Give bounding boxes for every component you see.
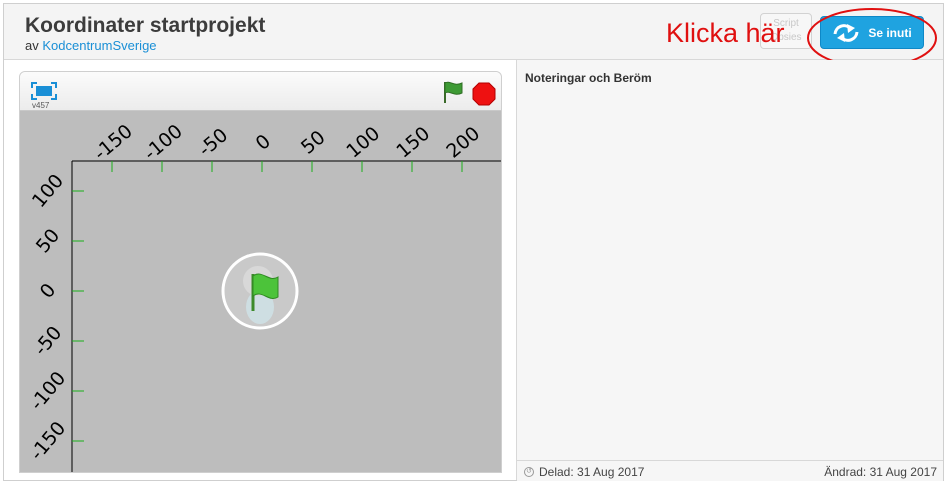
modified-date: Ändrad: 31 Aug 2017 xyxy=(824,465,937,479)
play-overlay[interactable] xyxy=(221,252,299,330)
y-tick-label: 50 xyxy=(32,225,64,258)
x-tick-label: -50 xyxy=(194,124,232,161)
y-tick-label: 0 xyxy=(36,279,61,302)
shared-date: ↺ Delad: 31 Aug 2017 xyxy=(524,465,644,479)
y-tick-label: -50 xyxy=(30,322,67,360)
player-controls: v457 xyxy=(20,72,501,111)
y-tick-label: -150 xyxy=(26,417,71,464)
fullscreen-icon[interactable] xyxy=(31,82,57,100)
project-page: Koordinater startprojekt av KodcentrumSv… xyxy=(3,3,944,481)
share-icon: ↺ xyxy=(524,467,534,477)
stop-icon[interactable] xyxy=(472,82,496,106)
y-axis-ticks: 100 50 0 -50 -100-150 xyxy=(26,170,84,465)
version-label: v457 xyxy=(32,101,50,110)
byline: av KodcentrumSverige xyxy=(25,38,157,53)
x-tick-label: 50 xyxy=(297,126,330,158)
shared-date-text: Delad: 31 Aug 2017 xyxy=(539,465,645,479)
stage-canvas: -150 -100 -50 0 50 100 150 200 100500-50-100-15… xyxy=(26,120,501,472)
author-link[interactable]: KodcentrumSverige xyxy=(42,38,156,53)
notes-title: Noteringar och Beröm xyxy=(525,71,652,85)
y-tick-label: 100 xyxy=(28,170,68,212)
x-tick-label: -150 xyxy=(90,120,137,165)
y-tick-label: -100 xyxy=(26,367,71,414)
project-header: Koordinater startprojekt av KodcentrumSv… xyxy=(4,4,943,68)
by-prefix: av xyxy=(25,38,39,53)
project-player: v457 -150 -100 -50 0 50 100 150 200 100 50 0 -50 -1… xyxy=(19,71,502,473)
x-tick-label: 100 xyxy=(342,122,384,162)
notes-panel: Noteringar och Beröm ↺ Delad: 31 Aug 201… xyxy=(516,60,943,481)
x-tick-label: 150 xyxy=(392,122,434,162)
green-flag-icon[interactable] xyxy=(442,80,464,104)
x-tick-label: -100 xyxy=(140,120,187,165)
annotation-text: Klicka här xyxy=(666,18,785,48)
stage[interactable]: -150 -100 -50 0 50 100 150 200 100 50 0 -50 -100 -15… xyxy=(20,111,501,472)
project-title: Koordinater startprojekt xyxy=(25,14,266,37)
x-tick-label: 0 xyxy=(252,130,275,155)
notes-footer: ↺ Delad: 31 Aug 2017 Ändrad: 31 Aug 2017 xyxy=(517,460,943,481)
x-axis-ticks: -150 -100 -50 0 50 100 150 200 xyxy=(90,120,484,172)
x-tick-label: 200 xyxy=(442,122,484,162)
